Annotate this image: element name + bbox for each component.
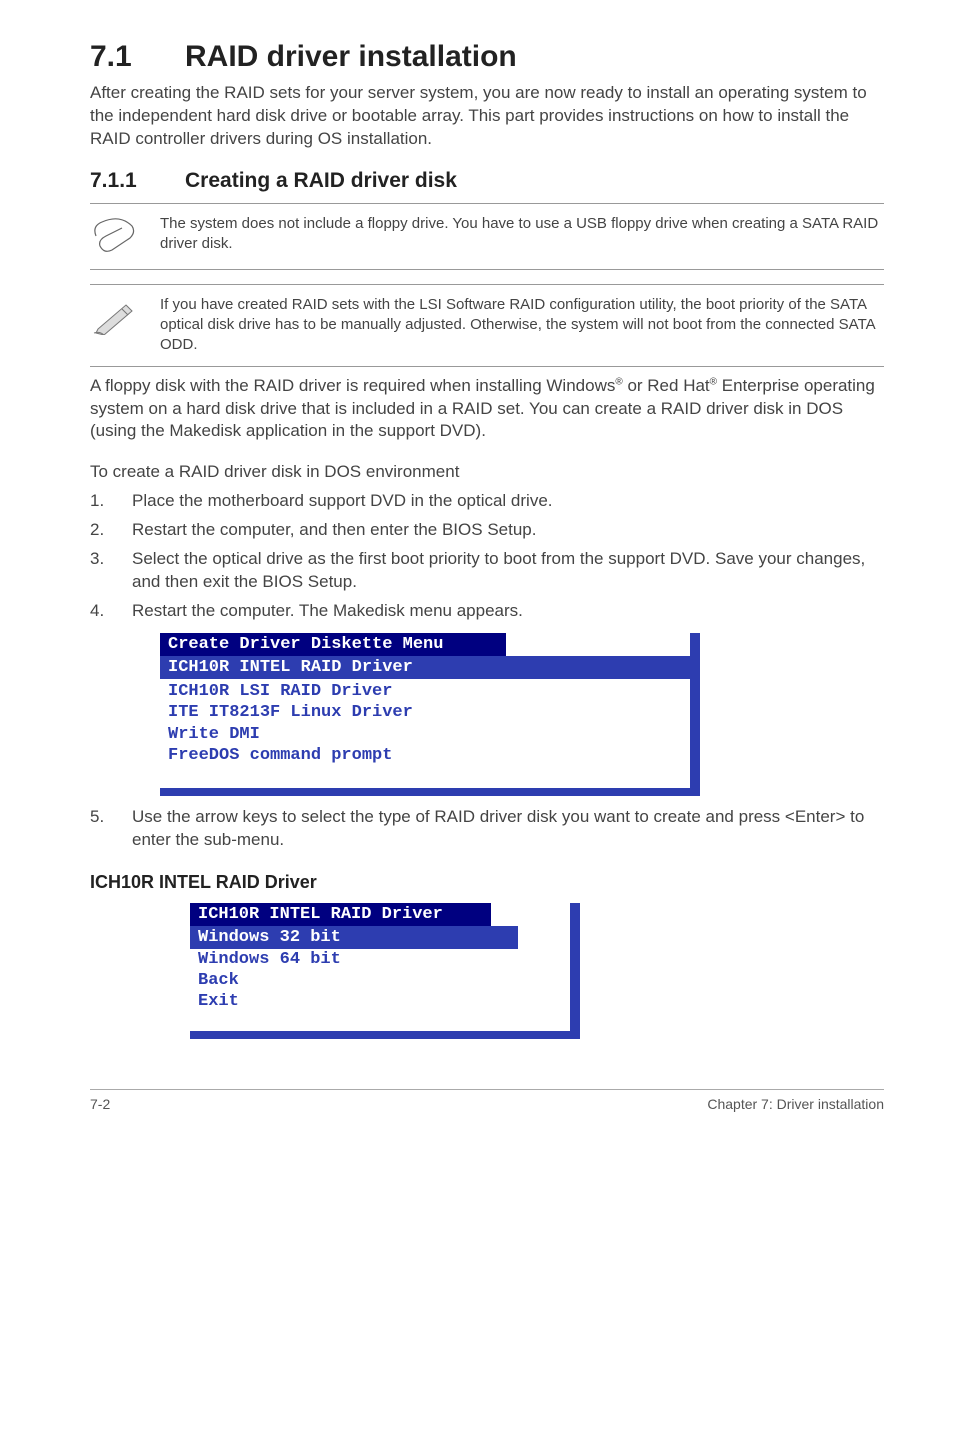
step-text: Restart the computer, and then enter the… — [132, 519, 884, 542]
note-pencil-text: If you have created RAID sets with the L… — [160, 295, 884, 356]
submenu-header: ICH10R INTEL RAID Driver — [190, 903, 491, 926]
page-footer: 7-2 Chapter 7: Driver installation — [90, 1089, 884, 1112]
step-1: 1. Place the motherboard support DVD in … — [90, 490, 884, 513]
menu-item[interactable]: ICH10R LSI RAID Driver — [160, 681, 690, 702]
registered-mark-2: ® — [710, 376, 717, 387]
step-number: 1. — [90, 490, 132, 513]
step-text: Select the optical drive as the first bo… — [132, 548, 884, 594]
para2-part2: or Red Hat — [623, 376, 710, 395]
makedisk-menu: Create Driver Diskette Menu ICH10R INTEL… — [160, 633, 884, 796]
subsection-title: Creating a RAID driver disk — [185, 169, 457, 193]
subsection-number: 7.1.1 — [90, 169, 185, 193]
note-clip: The system does not include a floppy dri… — [90, 203, 884, 270]
note-clip-text: The system does not include a floppy dri… — [160, 214, 884, 255]
steps-list-continued: 5. Use the arrow keys to select the type… — [90, 806, 884, 852]
step-number: 4. — [90, 600, 132, 623]
submenu-item[interactable]: Back — [190, 970, 570, 991]
step-text: Restart the computer. The Makedisk menu … — [132, 600, 884, 623]
step-number: 5. — [90, 806, 132, 852]
step-3: 3. Select the optical drive as the first… — [90, 548, 884, 594]
menu-item[interactable]: ITE IT8213F Linux Driver — [160, 702, 690, 723]
chapter-label: Chapter 7: Driver installation — [707, 1096, 884, 1112]
dos-intro: To create a RAID driver disk in DOS envi… — [90, 461, 884, 484]
paperclip-icon — [90, 214, 160, 259]
step-5: 5. Use the arrow keys to select the type… — [90, 806, 884, 852]
menu-header: Create Driver Diskette Menu — [160, 633, 506, 656]
menu-selected-item[interactable]: ICH10R INTEL RAID Driver — [160, 656, 690, 679]
section-number: 7.1 — [90, 40, 185, 74]
step-number: 2. — [90, 519, 132, 542]
ich10r-submenu: ICH10R INTEL RAID Driver Windows 32 bit … — [190, 903, 884, 1039]
menu-item[interactable]: Write DMI — [160, 724, 690, 745]
submenu-item[interactable]: Exit — [190, 991, 570, 1012]
step-2: 2. Restart the computer, and then enter … — [90, 519, 884, 542]
step-text: Place the motherboard support DVD in the… — [132, 490, 884, 513]
submenu-selected-item[interactable]: Windows 32 bit — [190, 926, 518, 949]
para2-part1: A floppy disk with the RAID driver is re… — [90, 376, 615, 395]
registered-mark-1: ® — [615, 376, 622, 387]
step-number: 3. — [90, 548, 132, 594]
page-number: 7-2 — [90, 1096, 110, 1112]
requirement-paragraph: A floppy disk with the RAID driver is re… — [90, 375, 884, 444]
step-4: 4. Restart the computer. The Makedisk me… — [90, 600, 884, 623]
section-title: RAID driver installation — [185, 40, 517, 74]
submenu-heading: ICH10R INTEL RAID Driver — [90, 872, 884, 893]
steps-list: 1. Place the motherboard support DVD in … — [90, 490, 884, 623]
section-heading: 7.1 RAID driver installation — [90, 40, 884, 74]
step-text: Use the arrow keys to select the type of… — [132, 806, 884, 852]
pencil-icon — [90, 295, 160, 340]
menu-item[interactable]: FreeDOS command prompt — [160, 745, 690, 766]
note-pencil: If you have created RAID sets with the L… — [90, 284, 884, 367]
subsection-heading: 7.1.1 Creating a RAID driver disk — [90, 169, 884, 193]
submenu-item[interactable]: Windows 64 bit — [190, 949, 570, 970]
intro-paragraph: After creating the RAID sets for your se… — [90, 82, 884, 151]
